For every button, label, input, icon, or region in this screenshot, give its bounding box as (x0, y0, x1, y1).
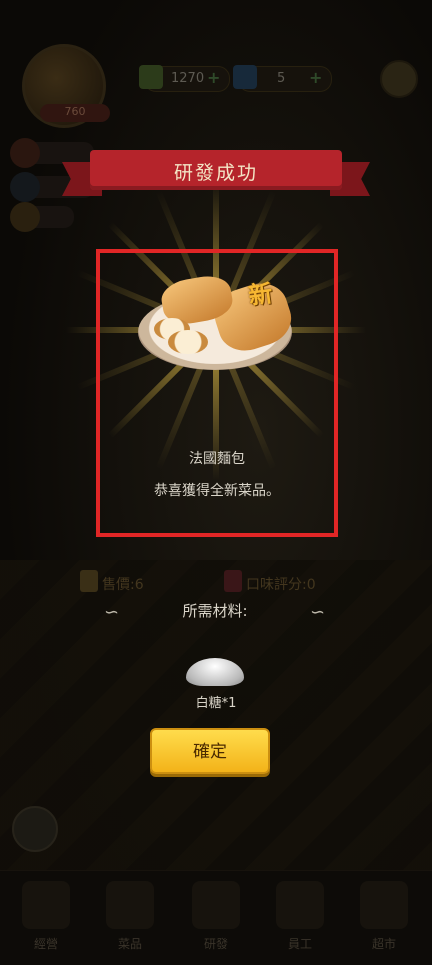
title-ribbon: 研發成功 (62, 150, 370, 196)
food-icon (10, 202, 40, 232)
nav-operate-label: 經營 (33, 937, 58, 951)
price-label: 售價:6 (102, 577, 144, 593)
nav-market-label: 超市 (371, 937, 396, 951)
decor-squiggle-right: ∽ (310, 602, 326, 623)
shop-icon (12, 806, 58, 852)
nav-dishes: 菜品 (98, 881, 162, 961)
rating-label: 口味評分:0 (246, 577, 316, 593)
experience-bar: 760 (40, 104, 110, 122)
chef-icon (10, 172, 40, 202)
nav-market: 超市 (352, 881, 416, 961)
research-icon (192, 881, 240, 929)
success-message: 恭喜獲得全新菜品。 (154, 483, 280, 499)
gem-counter: 5 + (233, 65, 332, 92)
operate-icon (22, 881, 70, 929)
staff-icon (10, 138, 40, 168)
decor-squiggle-left: ∽ (104, 602, 120, 623)
popup-title: 研發成功 (173, 162, 258, 184)
nav-research: 研發 (184, 881, 248, 961)
thumbs-up-icon (224, 570, 242, 592)
confirm-button[interactable]: 確定 (150, 728, 270, 774)
rating-stat: 口味評分:0 (224, 570, 316, 594)
market-icon (360, 881, 408, 929)
gem-icon (233, 65, 257, 89)
staff-nav-icon (276, 881, 324, 929)
add-gems-icon: + (309, 68, 323, 87)
nav-staff: 員工 (268, 881, 332, 961)
price-stat: 售價:6 (80, 570, 144, 594)
nav-operate: 經營 (14, 881, 78, 961)
sugar-icon (186, 652, 244, 686)
material-label: 白糖*1 (195, 696, 237, 711)
gem-value: 5 (277, 71, 286, 86)
nav-staff-label: 員工 (287, 937, 312, 951)
coin-counter: 1270 + (139, 65, 230, 92)
bottom-navigation: 經營 菜品 研發 員工 超市 (0, 870, 432, 965)
price-tag-icon (80, 570, 98, 592)
settings-icon (380, 60, 418, 98)
experience-value: 760 (64, 105, 86, 118)
dish-name: 法國麵包 (189, 451, 245, 467)
add-coins-icon: + (207, 68, 221, 87)
materials-title: 所需材料: (182, 602, 248, 620)
coin-icon (139, 65, 163, 89)
coin-value: 1270 (171, 71, 205, 86)
side-panel-food (10, 202, 74, 232)
dishes-icon (106, 881, 154, 929)
nav-dishes-label: 菜品 (117, 937, 142, 951)
nav-research-label: 研發 (203, 937, 228, 951)
